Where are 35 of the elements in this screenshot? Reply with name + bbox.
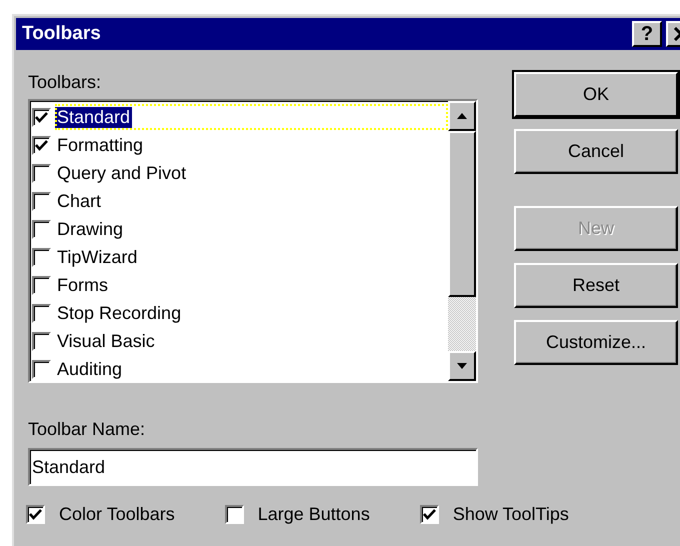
dialog-button[interactable]: Reset xyxy=(514,263,678,308)
list-item[interactable]: TipWizard xyxy=(55,244,448,270)
list-item[interactable]: Drawing xyxy=(55,216,448,242)
up-arrow-icon xyxy=(457,113,467,119)
help-button[interactable]: ? xyxy=(632,21,662,47)
scrollbar[interactable] xyxy=(448,101,476,381)
toolbar-name-label: Toolbar Name: xyxy=(28,419,146,440)
toolbar-name-field[interactable]: Standard xyxy=(28,448,478,486)
check-icon xyxy=(35,112,48,122)
checkbox[interactable] xyxy=(420,505,439,524)
option-label: Show ToolTips xyxy=(452,504,569,525)
scroll-down-button[interactable] xyxy=(448,351,476,381)
option-label: Large Buttons xyxy=(258,504,370,525)
list-item[interactable]: Visual Basic xyxy=(55,328,448,354)
list-item[interactable]: Auditing xyxy=(55,356,448,382)
check-icon xyxy=(35,140,48,150)
checkbox[interactable] xyxy=(26,505,45,524)
window-title: Toolbars xyxy=(22,23,102,45)
checkbox[interactable] xyxy=(224,505,244,524)
list-item[interactable]: Query and Pivot xyxy=(55,160,448,186)
list-item[interactable]: Standard xyxy=(55,104,448,130)
dialog-button[interactable]: Cancel xyxy=(514,129,678,174)
scroll-up-button[interactable] xyxy=(448,101,476,131)
dialog-button[interactable]: OK xyxy=(514,72,678,117)
list-item[interactable]: Formatting xyxy=(55,132,448,158)
down-arrow-icon xyxy=(457,363,467,369)
check-icon xyxy=(29,509,42,520)
check-icon xyxy=(422,509,436,520)
list-item[interactable]: Forms xyxy=(55,272,448,298)
list-item[interactable]: Chart xyxy=(55,188,448,214)
dialog-button[interactable]: Customize... xyxy=(514,320,678,365)
list-item[interactable]: Stop Recording xyxy=(55,300,448,326)
option-label: Color Toolbars xyxy=(59,504,175,525)
toolbars-label: Toolbars: xyxy=(28,72,102,93)
scroll-thumb[interactable] xyxy=(448,131,476,297)
